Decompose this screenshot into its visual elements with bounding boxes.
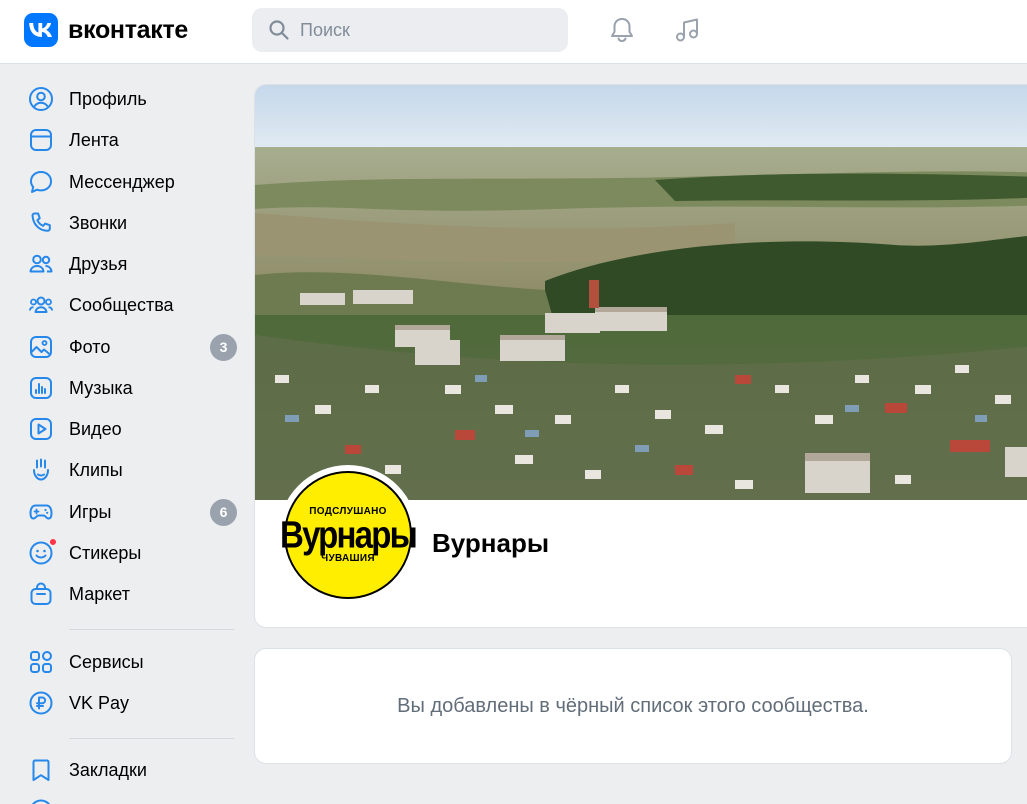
sidebar-item-label: Маркет: [69, 583, 130, 604]
sidebar-item-label: Игры: [69, 501, 112, 522]
group-avatar[interactable]: ПОДСЛУШАНО Вурнары ЧУВАШИЯ: [278, 465, 418, 605]
search-box[interactable]: [252, 8, 568, 52]
clips-icon: [28, 457, 54, 483]
sidebar-divider: [69, 738, 234, 739]
sidebar-item-label: Видео: [69, 418, 122, 439]
sidebar-item-label: Музыка: [69, 377, 133, 398]
sidebar-divider: [69, 629, 234, 630]
sidebar-item-label: Сообщества: [69, 294, 174, 315]
sidebar-item-friends[interactable]: Друзья: [0, 247, 250, 281]
vk-logo[interactable]: вконтакте: [24, 13, 188, 47]
sidebar-item-calls[interactable]: Звонки: [0, 206, 250, 240]
sidebar-item-label: Фото: [69, 336, 111, 357]
sidebar-item-video[interactable]: Видео: [0, 412, 250, 446]
sidebar-item-label: Лента: [69, 129, 119, 150]
sidebar-item-messenger[interactable]: Мессенджер: [0, 165, 250, 199]
group-cover-card: ПОДСЛУШАНО Вурнары ЧУВАШИЯ Вурнары: [254, 84, 1027, 628]
sidebar-item-label: Закладки: [69, 759, 147, 780]
left-sidebar: Профиль Лента Мессенджер Звонки Друзья С…: [0, 64, 250, 804]
bell-icon[interactable]: [606, 14, 638, 46]
sidebar-item-clips[interactable]: Клипы: [0, 453, 250, 487]
communities-icon: [28, 292, 54, 318]
sidebar-item-feed[interactable]: Лента: [0, 123, 250, 157]
market-icon: [28, 581, 54, 607]
phone-icon: [28, 210, 54, 236]
music-note-icon[interactable]: [671, 14, 703, 46]
messenger-icon: [28, 169, 54, 195]
search-input[interactable]: [300, 19, 550, 41]
sidebar-item-profile[interactable]: Профиль: [0, 82, 250, 116]
cover-photo: [255, 85, 1027, 500]
profile-icon: [28, 86, 54, 112]
sidebar-item-label: Профиль: [69, 88, 147, 109]
sidebar-item-market[interactable]: Маркет: [0, 577, 250, 611]
sidebar-item-stickers[interactable]: Стикеры: [0, 536, 250, 570]
more-icon: [28, 798, 54, 804]
video-icon: [28, 416, 54, 442]
music-icon: [28, 375, 54, 401]
vk-logo-text: вконтакте: [68, 15, 189, 44]
avatar-main-text: Вурнары: [280, 513, 418, 556]
sidebar-item-label: Сервисы: [69, 651, 144, 672]
stickers-icon: [28, 538, 57, 566]
photo-icon: [28, 334, 54, 360]
games-icon: [28, 499, 54, 525]
vk-pay-icon: [28, 690, 54, 716]
sidebar-item-vk-pay[interactable]: VK Pay: [0, 686, 250, 720]
sidebar-item-games[interactable]: Игры 6: [0, 495, 250, 529]
top-header: вконтакте: [0, 0, 1027, 64]
sidebar-item-music[interactable]: Музыка: [0, 371, 250, 405]
vk-logo-icon: [24, 13, 58, 47]
sidebar-item-label: Мессенджер: [69, 171, 175, 192]
services-icon: [28, 649, 54, 675]
sidebar-item-communities[interactable]: Сообщества: [0, 288, 250, 322]
blacklist-message-card: Вы добавлены в чёрный список этого сообщ…: [254, 648, 1012, 764]
sidebar-item-label: Стикеры: [69, 542, 142, 563]
sidebar-item-bookmarks[interactable]: Закладки: [0, 753, 250, 787]
group-name: Вурнары: [432, 528, 550, 558]
group-avatar-logo: ПОДСЛУШАНО Вурнары ЧУВАШИЯ: [280, 471, 418, 599]
games-count-badge: 6: [210, 498, 237, 526]
sidebar-item-more[interactable]: [0, 794, 250, 804]
search-icon: [269, 20, 289, 40]
sidebar-item-services[interactable]: Сервисы: [0, 645, 250, 679]
photos-count-badge: 3: [210, 333, 237, 361]
sidebar-item-label: Друзья: [69, 253, 128, 274]
blacklist-message-text: Вы добавлены в чёрный список этого сообщ…: [397, 694, 869, 717]
sidebar-item-label: VK Pay: [69, 692, 130, 713]
new-notification-dot: [49, 538, 57, 546]
bookmark-icon: [28, 757, 54, 783]
friends-icon: [28, 251, 54, 277]
sidebar-item-photos[interactable]: Фото 3: [0, 330, 250, 364]
sidebar-item-label: Клипы: [69, 459, 123, 480]
feed-icon: [28, 127, 54, 153]
sidebar-item-label: Звонки: [69, 212, 128, 233]
